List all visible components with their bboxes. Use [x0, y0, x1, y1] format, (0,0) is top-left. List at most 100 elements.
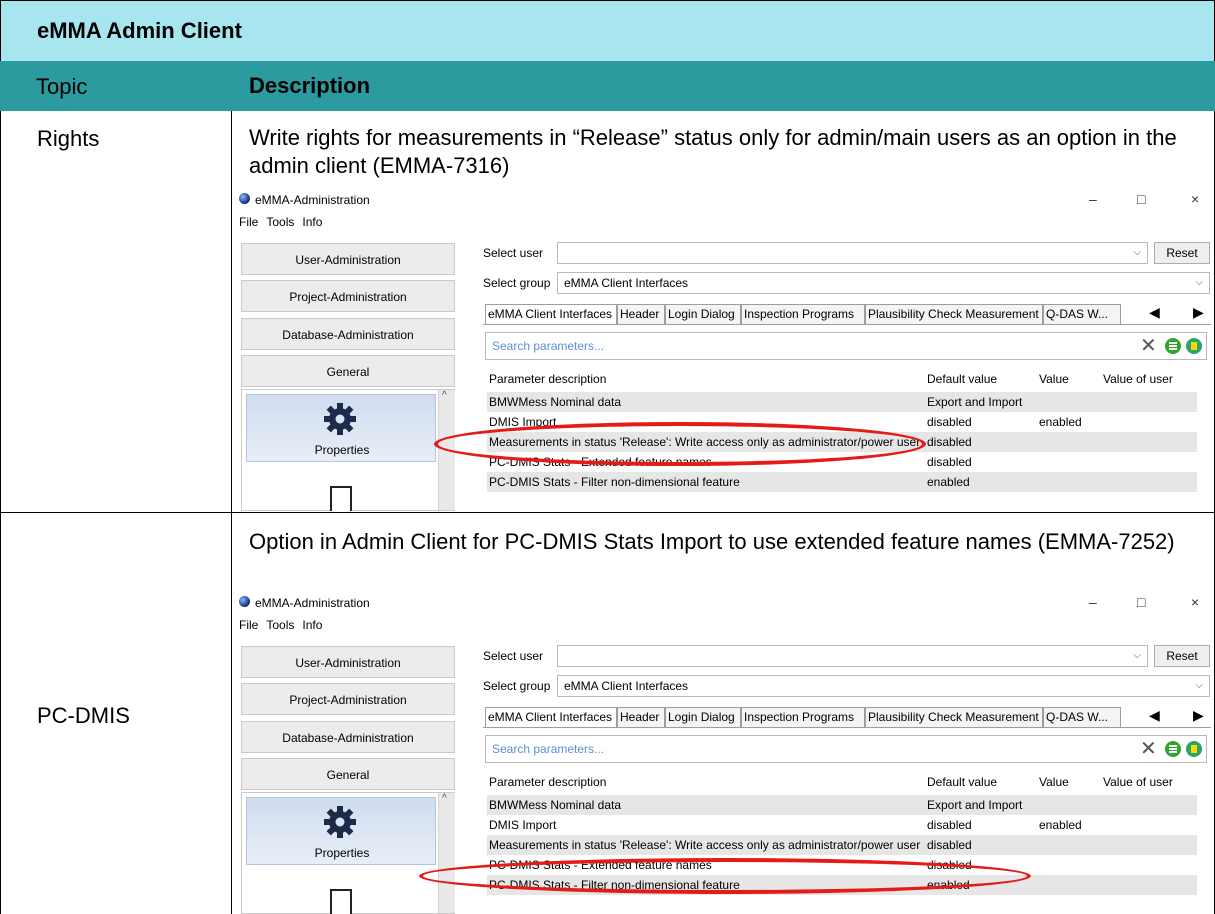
reset-button[interactable]: Reset — [1154, 645, 1210, 667]
chevron-down-icon: ⌵ — [1195, 277, 1203, 288]
table-row[interactable]: DMIS Import disabled enabled — [487, 815, 1197, 835]
tab-plausibility-check[interactable]: Plausibility Check Measurement — [865, 304, 1043, 324]
tab-qdas[interactable]: Q-DAS W... — [1043, 707, 1121, 727]
table-row[interactable]: BMWMess Nominal data Export and Import — [487, 795, 1197, 815]
col-value-of-user[interactable]: Value of user — [1101, 769, 1197, 795]
close-button[interactable]: × — [1191, 594, 1199, 610]
cell: disabled — [925, 412, 1037, 432]
maximize-button[interactable]: □ — [1137, 191, 1145, 207]
nav-project-administration[interactable]: Project-Administration — [241, 280, 455, 312]
scrollbar[interactable]: ^ — [438, 793, 455, 913]
clear-search-icon[interactable]: ✕ — [1140, 333, 1157, 358]
minimize-button[interactable]: – — [1089, 594, 1097, 610]
tab-next-icon[interactable]: ▶ — [1193, 707, 1204, 724]
tab-header[interactable]: Header — [617, 707, 665, 727]
cell: disabled — [925, 835, 1037, 855]
table-header-row: Topic Description — [0, 61, 1215, 111]
nav-general[interactable]: General — [241, 355, 455, 387]
tab-emma-client-interfaces[interactable]: eMMA Client Interfaces — [485, 304, 617, 324]
tab-header[interactable]: Header — [617, 304, 665, 324]
cell: disabled — [925, 815, 1037, 835]
tab-login-dialog[interactable]: Login Dialog — [665, 304, 741, 324]
tab-next-icon[interactable]: ▶ — [1193, 304, 1204, 321]
close-button[interactable]: × — [1191, 191, 1199, 207]
row-description-rights: Write rights for measurements in “Releas… — [249, 125, 1177, 178]
import-icon[interactable] — [1186, 741, 1202, 757]
table-row[interactable]: BMWMess Nominal data Export and Import — [487, 392, 1197, 412]
table-row[interactable]: Measurements in status 'Release': Write … — [487, 835, 1197, 855]
menu-tools[interactable]: Tools — [266, 618, 294, 632]
select-user-combo[interactable]: ⌵ — [557, 645, 1148, 667]
properties-item[interactable]: Properties — [246, 394, 436, 462]
nav-user-administration[interactable]: User-Administration — [241, 243, 455, 275]
highlight-ellipse — [419, 858, 1031, 894]
window-title: eMMA-Administration — [255, 596, 370, 610]
col-default-value[interactable]: Default value — [925, 769, 1037, 795]
cell — [1037, 795, 1101, 815]
table-title-row: eMMA Admin Client — [0, 0, 1215, 62]
col-parameter-description[interactable]: Parameter description — [487, 366, 925, 392]
menu-info[interactable]: Info — [302, 618, 322, 632]
cell — [1101, 855, 1197, 875]
select-user-combo[interactable]: ⌵ — [557, 242, 1148, 264]
nav-general[interactable]: General — [241, 758, 455, 790]
cell — [1101, 452, 1197, 472]
cell: disabled — [925, 452, 1037, 472]
search-input[interactable]: Search parameters... — [485, 735, 1207, 763]
maximize-button[interactable]: □ — [1137, 594, 1145, 610]
export-icon[interactable] — [1165, 741, 1181, 757]
select-group-combo[interactable]: eMMA Client Interfaces ⌵ — [557, 272, 1210, 294]
export-icon[interactable] — [1165, 338, 1181, 354]
cell — [1037, 855, 1101, 875]
tab-login-dialog[interactable]: Login Dialog — [665, 707, 741, 727]
import-icon[interactable] — [1186, 338, 1202, 354]
pdf-icon — [330, 889, 352, 914]
gear-icon — [324, 806, 356, 838]
row-description-pcdmis: Option in Admin Client for PC-DMIS Stats… — [249, 529, 1175, 554]
properties-item[interactable]: Properties — [246, 797, 436, 865]
window-title: eMMA-Administration — [255, 193, 370, 207]
tab-strip: eMMA Client Interfaces Header Login Dial… — [483, 304, 1211, 325]
tab-prev-icon[interactable]: ◀ — [1149, 304, 1160, 321]
tab-inspection-programs[interactable]: Inspection Programs — [741, 304, 865, 324]
cell: Export and Import — [925, 795, 1037, 815]
cell — [1101, 835, 1197, 855]
tab-prev-icon[interactable]: ◀ — [1149, 707, 1160, 724]
row-topic-pcdmis: PC-DMIS — [37, 703, 130, 728]
reset-button[interactable]: Reset — [1154, 242, 1210, 264]
tab-emma-client-interfaces[interactable]: eMMA Client Interfaces — [485, 707, 617, 727]
menu-tools[interactable]: Tools — [266, 215, 294, 229]
search-input[interactable]: Search parameters... — [485, 332, 1207, 360]
col-value[interactable]: Value — [1037, 366, 1101, 392]
table-row[interactable]: PC-DMIS Stats - Filter non-dimensional f… — [487, 472, 1197, 492]
nav-database-administration[interactable]: Database-Administration — [241, 318, 455, 350]
tab-plausibility-check[interactable]: Plausibility Check Measurement — [865, 707, 1043, 727]
cell — [1037, 875, 1101, 895]
cell — [1101, 412, 1197, 432]
select-group-combo[interactable]: eMMA Client Interfaces ⌵ — [557, 675, 1210, 697]
row-topic-rights: Rights — [37, 126, 100, 151]
col-value[interactable]: Value — [1037, 769, 1101, 795]
app-icon — [239, 193, 250, 204]
tab-inspection-programs[interactable]: Inspection Programs — [741, 707, 865, 727]
nav-database-administration[interactable]: Database-Administration — [241, 721, 455, 753]
cell — [1037, 835, 1101, 855]
general-panel: Properties ^ — [241, 389, 455, 511]
header-topic: Topic — [36, 74, 88, 99]
minimize-button[interactable]: – — [1089, 191, 1097, 207]
clear-search-icon[interactable]: ✕ — [1140, 736, 1157, 761]
menu-info[interactable]: Info — [302, 215, 322, 229]
nav-user-administration[interactable]: User-Administration — [241, 646, 455, 678]
menu-file[interactable]: File — [239, 618, 258, 632]
col-value-of-user[interactable]: Value of user — [1101, 366, 1197, 392]
window-titlebar: eMMA-Administration – □ × — [237, 189, 1212, 213]
cell — [1101, 472, 1197, 492]
col-parameter-description[interactable]: Parameter description — [487, 769, 925, 795]
col-default-value[interactable]: Default value — [925, 366, 1037, 392]
nav-project-administration[interactable]: Project-Administration — [241, 683, 455, 715]
menu-file[interactable]: File — [239, 215, 258, 229]
pdf-icon — [330, 486, 352, 511]
cell: Export and Import — [925, 392, 1037, 412]
tab-qdas[interactable]: Q-DAS W... — [1043, 304, 1121, 324]
select-group-value: eMMA Client Interfaces — [564, 276, 689, 290]
